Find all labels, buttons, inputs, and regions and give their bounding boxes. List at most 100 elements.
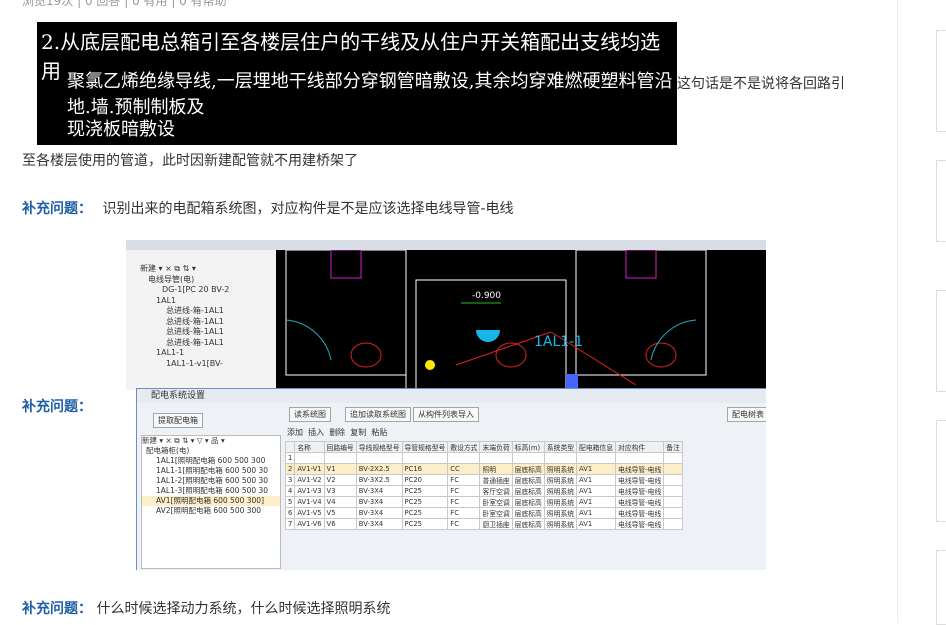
table-cell[interactable]: 5 bbox=[284, 496, 296, 508]
table-cell[interactable]: PC16 bbox=[401, 463, 449, 475]
table-cell[interactable]: CC bbox=[447, 463, 481, 475]
tree-toolbar[interactable]: 新建 ▾ × ⧉ ⇅ ▾ bbox=[140, 264, 276, 275]
tree-item[interactable]: 1AL1-3[照明配电箱 600 500 30 bbox=[142, 486, 280, 496]
table-cell[interactable]: PC25 bbox=[401, 507, 449, 519]
tree-item[interactable]: 电线导管(电) bbox=[140, 275, 276, 286]
table-cell[interactable]: 层底标高 bbox=[511, 474, 545, 486]
table-cell[interactable]: V2 bbox=[323, 474, 357, 486]
table-cell[interactable] bbox=[663, 496, 683, 508]
table-cell[interactable]: AV1 bbox=[576, 507, 617, 519]
table-cell[interactable]: FC bbox=[447, 474, 481, 486]
sidebar-card[interactable] bbox=[936, 290, 946, 392]
table-cell[interactable]: 电线导管-电线 bbox=[615, 518, 665, 530]
table-cell[interactable] bbox=[576, 452, 617, 464]
table-cell[interactable]: 照明系统 bbox=[543, 463, 578, 475]
tree-item[interactable]: 1AL1 bbox=[140, 296, 276, 307]
table-cell[interactable]: AV1-V6 bbox=[294, 518, 325, 530]
table-cell[interactable]: 电线导管-电线 bbox=[615, 463, 665, 475]
sidebar-card[interactable] bbox=[936, 30, 946, 132]
table-cell[interactable]: BV-3X4 bbox=[355, 518, 403, 530]
delete-button[interactable]: 删除 bbox=[329, 428, 345, 437]
sidebar-card[interactable] bbox=[936, 550, 946, 625]
table-cell[interactable]: 照明系统 bbox=[543, 518, 578, 530]
table-cell[interactable]: 照明系统 bbox=[543, 507, 578, 519]
tree-item[interactable]: AV2[照明配电箱 600 500 300 bbox=[142, 506, 280, 516]
table-cell[interactable]: 6 bbox=[284, 507, 296, 519]
tree-item[interactable]: DG-1[PC 20 BV-2 bbox=[140, 285, 276, 296]
table-cell[interactable]: 电线导管-电线 bbox=[615, 496, 665, 508]
table-cell[interactable] bbox=[294, 452, 325, 464]
table-cell[interactable]: FC bbox=[447, 485, 481, 497]
import-list-button[interactable]: 从构件列表导入 bbox=[413, 407, 479, 422]
table-cell[interactable]: 厨卫插座 bbox=[479, 518, 513, 530]
tree-item[interactable]: 总进线-箱-1AL1 bbox=[140, 338, 276, 349]
tree-item[interactable]: 1AL1-1-v1[BV- bbox=[140, 359, 276, 370]
table-cell[interactable]: 3 bbox=[284, 474, 296, 486]
table-cell[interactable]: 1 bbox=[284, 452, 296, 464]
tree-item[interactable]: 总进线-箱-1AL1 bbox=[140, 327, 276, 338]
tree-toolbar[interactable]: 新建 ▾ × ⧉ ⇅ ▾ ▽ ▾ 品 ▾ bbox=[142, 436, 280, 446]
table-cell[interactable] bbox=[663, 507, 683, 519]
paste-button[interactable]: 粘贴 bbox=[371, 428, 387, 437]
table-cell[interactable]: 层底标高 bbox=[511, 485, 545, 497]
table-cell[interactable] bbox=[511, 452, 545, 464]
table-cell[interactable]: 照明系统 bbox=[543, 474, 578, 486]
sidebar-card[interactable] bbox=[936, 420, 946, 522]
table-cell[interactable] bbox=[663, 518, 683, 530]
table-cell[interactable]: 照明系统 bbox=[543, 485, 578, 497]
table-cell[interactable]: 客厅空调 bbox=[479, 485, 513, 497]
table-cell[interactable] bbox=[663, 474, 683, 486]
cad-drawing[interactable]: -0.900 1AL1-1 bbox=[276, 249, 766, 391]
table-cell[interactable]: AV1 bbox=[576, 496, 617, 508]
table-cell[interactable]: BV-3X4 bbox=[355, 507, 403, 519]
table-cell[interactable]: AV1 bbox=[576, 474, 617, 486]
table-cell[interactable]: BV-3X4 bbox=[355, 485, 403, 497]
table-cell[interactable] bbox=[355, 452, 403, 464]
table-cell[interactable]: FC bbox=[447, 507, 481, 519]
table-cell[interactable]: FC bbox=[447, 518, 481, 530]
add-button[interactable]: 添加 bbox=[287, 428, 303, 437]
table-cell[interactable]: 电线导管-电线 bbox=[615, 474, 665, 486]
table-cell[interactable]: BV-3X4 bbox=[355, 496, 403, 508]
table-cell[interactable]: AV1-V4 bbox=[294, 496, 325, 508]
table-cell[interactable]: 卧室空调 bbox=[479, 507, 513, 519]
table-cell[interactable]: 4 bbox=[284, 485, 296, 497]
table-cell[interactable] bbox=[323, 452, 357, 464]
table-cell[interactable]: 照明 bbox=[479, 463, 513, 475]
tree-item[interactable]: 总进线-箱-1AL1 bbox=[140, 306, 276, 317]
table-cell[interactable]: 层底标高 bbox=[511, 507, 545, 519]
tree-item[interactable]: 总进线-箱-1AL1 bbox=[140, 317, 276, 328]
table-cell[interactable]: FC bbox=[447, 496, 481, 508]
table-cell[interactable]: V1 bbox=[323, 463, 357, 475]
table-cell[interactable]: PC25 bbox=[401, 485, 449, 497]
copy-button[interactable]: 复制 bbox=[350, 428, 366, 437]
table-cell[interactable]: BV-3X2.5 bbox=[355, 474, 403, 486]
table-cell[interactable]: PC25 bbox=[401, 496, 449, 508]
table-cell[interactable]: 电线导管-电线 bbox=[615, 507, 665, 519]
table-cell[interactable] bbox=[401, 452, 449, 464]
append-read-button[interactable]: 追加读取系统图 bbox=[345, 407, 411, 422]
table-cell[interactable]: 层底标高 bbox=[511, 496, 545, 508]
table-cell[interactable]: V5 bbox=[323, 507, 357, 519]
table-cell[interactable]: V6 bbox=[323, 518, 357, 530]
table-cell[interactable]: AV1 bbox=[576, 518, 617, 530]
tree-item[interactable]: 1AL1-1 bbox=[140, 348, 276, 359]
table-cell[interactable]: AV1-V1 bbox=[294, 463, 325, 475]
tree-item[interactable]: 1AL1-1[照明配电箱 600 500 30 bbox=[142, 466, 280, 476]
table-cell[interactable]: AV1-V5 bbox=[294, 507, 325, 519]
table-cell[interactable] bbox=[447, 452, 481, 464]
table-cell[interactable]: AV1 bbox=[576, 485, 617, 497]
table-cell[interactable]: 普通插座 bbox=[479, 474, 513, 486]
table-cell[interactable] bbox=[543, 452, 578, 464]
read-system-button[interactable]: 读系统图 bbox=[289, 407, 331, 422]
sidebar-card[interactable] bbox=[936, 160, 946, 242]
tree-item[interactable]: 1AL1[照明配电箱 600 500 300 bbox=[142, 456, 280, 466]
insert-button[interactable]: 插入 bbox=[308, 428, 324, 437]
table-cell[interactable]: 卧室空调 bbox=[479, 496, 513, 508]
table-cell[interactable]: 电线导管-电线 bbox=[615, 485, 665, 497]
distribution-tree-button[interactable]: 配电树表 bbox=[727, 407, 766, 422]
table-cell[interactable]: PC20 bbox=[401, 474, 449, 486]
table-cell[interactable]: 层底标高 bbox=[511, 518, 545, 530]
table-cell[interactable]: V3 bbox=[323, 485, 357, 497]
table-cell[interactable]: V4 bbox=[323, 496, 357, 508]
